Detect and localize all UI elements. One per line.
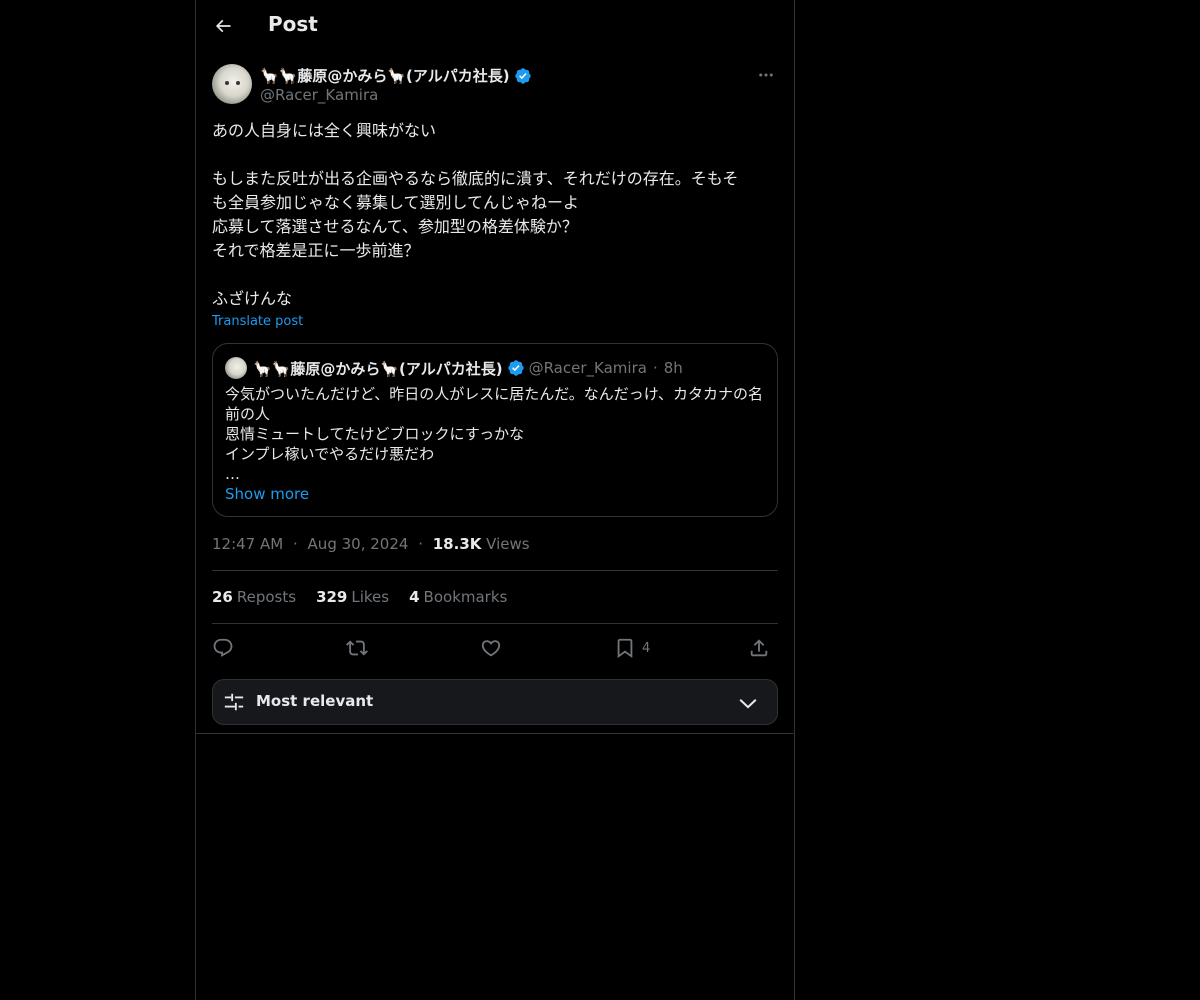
more-options-button[interactable] <box>754 64 778 86</box>
quoted-post-header: 🦙🦙藤原@かみら🦙(アルパカ社長) @Racer_Kamira · 8h <box>225 356 683 380</box>
bookmarks-stat[interactable]: 4 Bookmarks <box>409 588 507 606</box>
likes-stat[interactable]: 329 Likes <box>316 588 389 606</box>
chevron-down-icon <box>739 699 757 709</box>
translate-post-link[interactable]: Translate post <box>212 314 303 329</box>
more-icon <box>759 73 773 77</box>
views-label: Views <box>486 535 530 553</box>
arrow-left-icon <box>215 19 231 33</box>
post-author: 🦙🦙藤原@かみら🦙(アルパカ社長) @Racer_Kamira <box>212 64 778 108</box>
post-meta: 12:47 AM · Aug 30, 2024 · 18.3K Views <box>212 535 530 553</box>
quoted-post[interactable]: 🦙🦙藤原@かみら🦙(アルパカ社長) @Racer_Kamira · 8h 今気が… <box>212 343 778 517</box>
post-header: Post <box>196 0 794 54</box>
quoted-line: 恩情ミュートしてたけどブロックにすっかな <box>225 425 525 443</box>
author-name-text: 🦙🦙藤原@かみら🦙(アルパカ社長) <box>260 67 510 85</box>
repost-button[interactable] <box>346 634 368 662</box>
like-button[interactable] <box>480 634 502 662</box>
page-title: Post <box>268 12 318 36</box>
quoted-line: 前の人 <box>225 405 271 423</box>
quoted-avatar <box>225 357 247 379</box>
back-button[interactable] <box>208 11 238 41</box>
post-body: あの人自身には全く興味がない もしまた反吐が出る企画やるなら徹底的に潰す、それだ… <box>212 119 778 311</box>
quoted-line: 今気がついたんだけど、昨日の人がレスに居たんだ。なんだっけ、カタカナの名 <box>225 385 764 403</box>
post-line: ふざけんな <box>212 289 293 308</box>
author-handle[interactable]: @Racer_Kamira <box>260 86 378 104</box>
separator-dot: · <box>292 535 298 553</box>
quoted-time: 8h <box>663 359 683 377</box>
verified-badge-icon <box>514 67 532 85</box>
reposts-count: 26 <box>212 588 233 606</box>
post-line: それで格差是正に一歩前進？ <box>212 241 420 260</box>
post-date[interactable]: Aug 30, 2024 <box>308 535 409 553</box>
reply-icon <box>213 638 233 657</box>
bookmarks-count: 4 <box>409 588 420 606</box>
post-line: あの人自身には全く興味がない <box>212 121 437 140</box>
share-icon <box>750 639 768 657</box>
post-stats: 26 Reposts 329 Likes 4 Bookmarks <box>212 588 527 606</box>
heart-icon <box>481 640 501 657</box>
separator-dot: · <box>652 359 658 377</box>
quoted-line: … <box>225 465 240 483</box>
post-line: 応募して落選させるなんて、参加型の格差体験か？ <box>212 217 578 236</box>
post-time[interactable]: 12:47 AM <box>212 535 283 553</box>
share-button[interactable] <box>748 634 770 662</box>
views-count: 18.3K <box>432 535 482 553</box>
separator-dot: · <box>418 535 423 553</box>
quoted-author-handle: @Racer_Kamira <box>528 359 647 377</box>
likes-label: Likes <box>351 588 390 606</box>
divider <box>212 623 778 624</box>
divider <box>196 733 794 734</box>
post-line: もしまた反吐が出る企画やるなら徹底的に潰す、それだけの存在。そもそ <box>212 169 739 188</box>
action-bar: 4 <box>212 634 778 662</box>
bookmark-icon <box>617 638 633 659</box>
reply-button[interactable] <box>212 634 234 662</box>
verified-badge-icon <box>507 359 525 377</box>
sort-label: Most relevant <box>256 692 374 710</box>
quoted-line: インプレ稼いでやるだけ悪だわ <box>225 445 435 463</box>
quoted-author-name: 🦙🦙藤原@かみら🦙(アルパカ社長) <box>253 359 503 378</box>
divider <box>212 570 778 571</box>
post-line: も全員参加じゃなく募集して選別してんじゃねーよ <box>212 193 580 212</box>
reply-sort-dropdown[interactable]: Most relevant <box>212 679 778 725</box>
avatar[interactable] <box>212 64 252 104</box>
reposts-label: Reposts <box>236 588 297 606</box>
repost-icon <box>346 640 368 656</box>
quoted-post-body: 今気がついたんだけど、昨日の人がレスに居たんだ。なんだっけ、カタカナの名 前の人… <box>225 384 767 484</box>
author-display-name[interactable]: 🦙🦙藤原@かみら🦙(アルパカ社長) <box>260 65 532 86</box>
likes-count: 329 <box>316 588 348 606</box>
show-more-link[interactable]: Show more <box>225 485 309 503</box>
timeline-column: Post 🦙🦙藤原@かみら🦙(アルパカ社長) @Racer_Kamira あの人… <box>195 0 795 1000</box>
reposts-stat[interactable]: 26 Reposts <box>212 588 296 606</box>
bookmark-button[interactable]: 4 <box>614 634 650 662</box>
sliders-icon <box>224 693 244 711</box>
bookmarks-label: Bookmarks <box>423 588 508 606</box>
bookmark-count: 4 <box>642 640 651 656</box>
